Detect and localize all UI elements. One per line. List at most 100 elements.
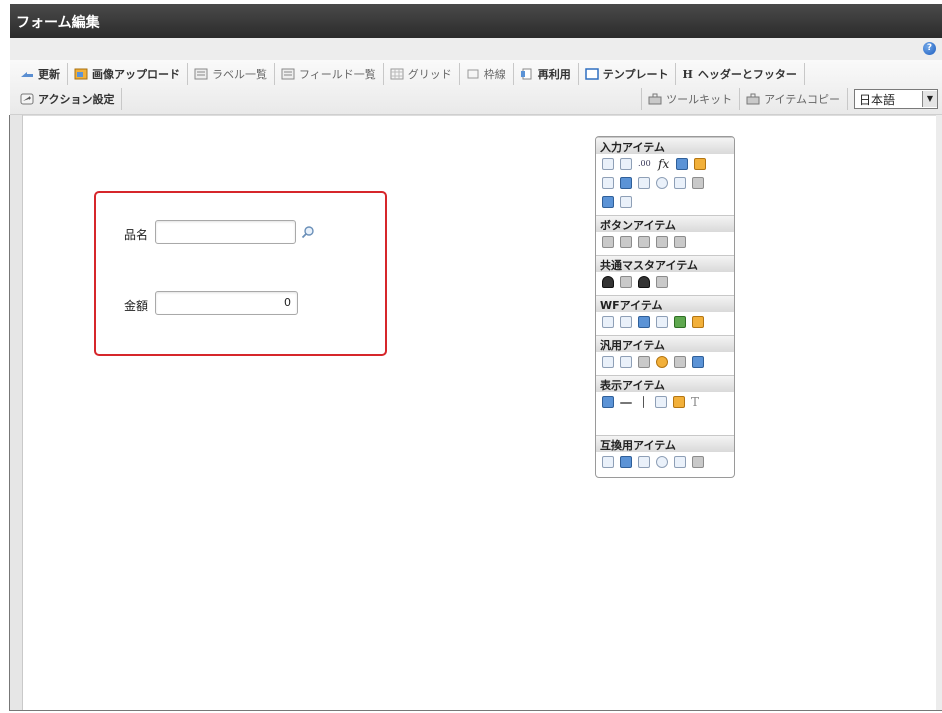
text-field-item-icon[interactable] [620, 158, 632, 170]
label-list-icon [194, 68, 208, 80]
right-scrollbar[interactable] [936, 115, 942, 711]
toolkit-button[interactable]: ツールキット [641, 88, 741, 110]
frame-bottom-border [10, 710, 942, 711]
hint-item-icon[interactable] [656, 356, 668, 368]
process-item-icon[interactable] [638, 316, 650, 328]
palette-section-common-master: 共通マスタアイテム [596, 255, 734, 272]
header-bar-item-icon[interactable] [602, 396, 614, 408]
number-item-icon[interactable]: .00 [638, 158, 652, 170]
item-name-label: 品名 [124, 228, 149, 242]
palette-row [602, 196, 632, 208]
label-list-label: ラベル一覧 [212, 68, 267, 81]
action-settings-label: アクション設定 [38, 93, 115, 106]
header-footer-button[interactable]: H ヘッダーとフッター [676, 63, 805, 85]
palette-row: .00 fx [602, 158, 706, 170]
textarea-item-icon[interactable] [602, 177, 614, 189]
item-name-input[interactable] [155, 220, 296, 244]
hidden-item-icon[interactable] [602, 356, 614, 368]
checkbox-item-icon[interactable] [638, 177, 650, 189]
image-item-icon[interactable] [620, 196, 632, 208]
palette-section-wf: WFアイテム [596, 295, 734, 312]
field-list-button[interactable]: フィールド一覧 [275, 63, 384, 85]
image-upload-label: 画像アップロード [92, 68, 180, 81]
toolbar-row-1: 更新 画像アップロード ラベル一覧 フィールド一覧 グリッド 枠線 再利用 テン… [14, 63, 805, 85]
box-item-icon[interactable] [655, 396, 667, 408]
public-group-item-icon[interactable] [656, 276, 668, 288]
role-item-icon[interactable] [638, 276, 650, 288]
picture-item-icon[interactable] [673, 396, 685, 408]
horizontal-line-item-icon[interactable] [620, 402, 632, 404]
select-item-icon[interactable] [674, 177, 686, 189]
compat-radio-item-icon[interactable] [656, 456, 668, 468]
palette-section-compat: 互換用アイテム [596, 435, 734, 452]
toolkit-label: ツールキット [666, 93, 733, 106]
image-upload-button[interactable]: 画像アップロード [68, 63, 188, 85]
vertical-line-item-icon[interactable] [643, 396, 644, 408]
item-copy-label: アイテムコピー [764, 93, 840, 106]
radio-item-icon[interactable] [656, 177, 668, 189]
item-copy-button[interactable]: アイテムコピー [740, 88, 848, 110]
panel-item-icon[interactable] [674, 356, 686, 368]
compat-checkbox-item-icon[interactable] [638, 456, 650, 468]
compat-list-item-icon[interactable] [692, 456, 704, 468]
template-button[interactable]: テンプレート [579, 63, 677, 85]
next-button-item-icon[interactable] [620, 236, 632, 248]
attachment-item-icon[interactable] [620, 316, 632, 328]
reuse-label: 再利用 [537, 68, 571, 81]
matter-name-item-icon[interactable] [602, 316, 614, 328]
border-button[interactable]: 枠線 [460, 63, 514, 85]
grid-icon [390, 68, 404, 80]
field-list-label: フィールド一覧 [299, 68, 376, 81]
formula-item-icon[interactable]: fx [658, 158, 670, 170]
palette-section-input: 入力アイテム [596, 137, 734, 154]
border-label: 枠線 [483, 68, 506, 81]
back-button-item-icon[interactable] [638, 236, 650, 248]
compat-rich-text-item-icon[interactable] [620, 456, 632, 468]
text-item-icon[interactable]: T [691, 396, 703, 408]
amount-input[interactable]: 0 [155, 291, 298, 315]
prev-button-item-icon[interactable] [656, 236, 668, 248]
action-settings-button[interactable]: アクション設定 [14, 88, 123, 110]
toolbar: 更新 画像アップロード ラベル一覧 フィールド一覧 グリッド 枠線 再利用 テン… [10, 60, 942, 115]
palette-row [602, 456, 704, 468]
list-item-icon[interactable] [692, 177, 704, 189]
selection-box[interactable] [94, 191, 387, 356]
help-icon[interactable]: ? [923, 42, 936, 55]
proxy-item-icon[interactable] [674, 316, 686, 328]
palette-row [602, 177, 704, 189]
date-item-icon[interactable] [676, 158, 688, 170]
search-icon[interactable] [301, 225, 315, 239]
action-button-item-icon[interactable] [674, 236, 686, 248]
organization-item-icon[interactable] [620, 276, 632, 288]
palette-section-generic: 汎用アイテム [596, 335, 734, 352]
language-select[interactable]: 日本語 ▼ [854, 89, 938, 109]
file-upload-item-icon[interactable] [602, 196, 614, 208]
user-item-icon[interactable] [602, 276, 614, 288]
label-list-button[interactable]: ラベル一覧 [188, 63, 275, 85]
widget-item-icon[interactable] [692, 356, 704, 368]
rich-text-item-icon[interactable] [620, 177, 632, 189]
action-settings-icon [20, 93, 34, 105]
compat-select-item-icon[interactable] [674, 456, 686, 468]
toolbar-row-2-right: ツールキット アイテムコピー 日本語 ▼ [641, 88, 938, 110]
grid-button[interactable]: グリッド [384, 63, 460, 85]
date-range-item-icon[interactable] [694, 158, 706, 170]
reuse-button[interactable]: 再利用 [514, 63, 579, 85]
approver-item-icon[interactable] [692, 316, 704, 328]
palette-row [602, 276, 668, 288]
history-item-icon[interactable] [656, 316, 668, 328]
compat-textarea-item-icon[interactable] [602, 456, 614, 468]
button-item-icon[interactable] [602, 236, 614, 248]
refresh-label: 更新 [38, 68, 60, 81]
language-value: 日本語 [859, 92, 896, 107]
document-item-icon[interactable] [620, 356, 632, 368]
chevron-down-icon[interactable]: ▼ [922, 91, 937, 107]
label-item-icon[interactable] [602, 158, 614, 170]
camera-item-icon[interactable] [638, 356, 650, 368]
help-bar: ? [10, 38, 942, 60]
header-footer-label: ヘッダーとフッター [697, 68, 797, 81]
template-label: テンプレート [602, 68, 669, 81]
refresh-button[interactable]: 更新 [14, 63, 68, 85]
window-title: フォーム編集 [16, 15, 100, 31]
amount-value: 0 [284, 296, 291, 309]
